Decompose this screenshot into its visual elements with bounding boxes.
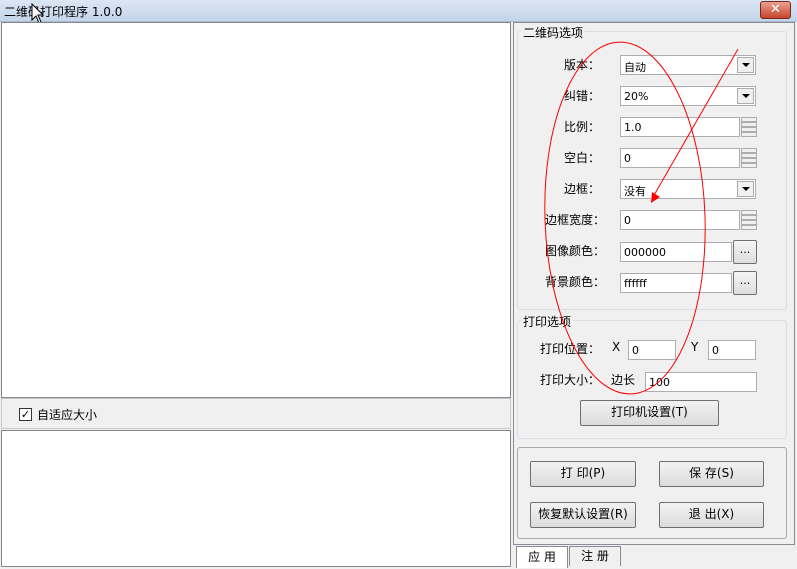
checkmark-icon: ✓ xyxy=(20,408,31,421)
print-y-value: 0 xyxy=(712,344,719,357)
chevron-down-icon[interactable] xyxy=(737,57,754,73)
x-label: X xyxy=(612,340,621,354)
print-options-title: 打印选项 xyxy=(521,313,574,330)
tab-register[interactable]: 注 册 xyxy=(569,546,621,566)
bg-color-value: ffffff xyxy=(624,277,647,290)
fg-color-value: 000000 xyxy=(624,246,666,259)
auto-fit-label[interactable]: 自适应大小 xyxy=(37,406,97,423)
version-label: 版本： xyxy=(563,58,600,72)
version-select[interactable]: 自动 xyxy=(620,55,756,75)
border-width-value: 0 xyxy=(624,214,631,227)
save-button[interactable]: 保 存(S) xyxy=(659,461,764,487)
print-position-label: 打印位置： xyxy=(540,342,601,356)
ecc-value: 20% xyxy=(624,90,649,103)
scale-label: 比例： xyxy=(563,120,600,134)
print-x-input[interactable]: 0 xyxy=(628,340,676,360)
bg-color-label: 背景颜色： xyxy=(544,275,605,289)
side-length-value: 100 xyxy=(649,376,670,389)
close-icon: ✕ xyxy=(770,2,781,17)
scale-spinner[interactable] xyxy=(741,117,757,137)
window-title: 二维码打印程序 1.0.0 xyxy=(4,5,123,19)
auto-fit-checkbox[interactable]: ✓ xyxy=(19,408,32,421)
print-y-input[interactable]: 0 xyxy=(708,340,756,360)
border-width-spinner[interactable] xyxy=(741,210,757,230)
border-width-input[interactable]: 0 xyxy=(620,210,740,230)
side-length-input[interactable]: 100 xyxy=(645,372,757,392)
print-button[interactable]: 打 印(P) xyxy=(530,461,636,487)
print-x-value: 0 xyxy=(632,344,639,357)
fg-color-input[interactable]: 000000 xyxy=(620,242,732,262)
version-value: 自动 xyxy=(624,61,646,74)
bg-color-input[interactable]: ffffff xyxy=(620,273,732,293)
margin-label: 空白： xyxy=(563,151,600,165)
tab-apply[interactable]: 应 用 xyxy=(516,546,568,568)
printer-setup-button[interactable]: 打印机设置(T) xyxy=(580,400,719,426)
margin-spinner[interactable] xyxy=(741,148,757,168)
border-width-label: 边框宽度： xyxy=(544,213,605,227)
close-button[interactable]: ✕ xyxy=(760,1,791,19)
bg-color-picker-button[interactable]: ... xyxy=(733,271,757,295)
ecc-select[interactable]: 20% xyxy=(620,86,756,106)
qr-preview-area xyxy=(1,22,511,398)
scale-input[interactable]: 1.0 xyxy=(620,117,740,137)
fg-color-label: 图像颜色： xyxy=(544,244,605,258)
restore-defaults-button[interactable]: 恢复默认设置(R) xyxy=(530,502,636,528)
y-label: Y xyxy=(691,340,699,354)
ellipsis-icon: ... xyxy=(739,243,751,256)
auto-fit-bar: ✓ 自适应大小 xyxy=(1,398,511,429)
fg-color-picker-button[interactable]: ... xyxy=(733,240,757,264)
chevron-down-icon[interactable] xyxy=(737,181,754,197)
margin-value: 0 xyxy=(624,152,631,165)
qr-text-input[interactable] xyxy=(1,430,511,567)
side-length-label: 边长 xyxy=(611,373,636,387)
margin-input[interactable]: 0 xyxy=(620,148,740,168)
border-select[interactable]: 没有 xyxy=(620,179,756,199)
qr-options-title: 二维码选项 xyxy=(521,24,586,41)
print-size-label: 打印大小： xyxy=(540,373,601,387)
border-label: 边框： xyxy=(563,182,600,196)
scale-value: 1.0 xyxy=(624,121,642,134)
ecc-label: 纠错： xyxy=(563,89,600,103)
title-bar[interactable]: 二维码打印程序 1.0.0 ✕ xyxy=(0,0,797,22)
ellipsis-icon: ... xyxy=(739,274,751,287)
chevron-down-icon[interactable] xyxy=(737,88,754,104)
border-value: 没有 xyxy=(624,185,646,198)
exit-button[interactable]: 退 出(X) xyxy=(659,502,764,528)
